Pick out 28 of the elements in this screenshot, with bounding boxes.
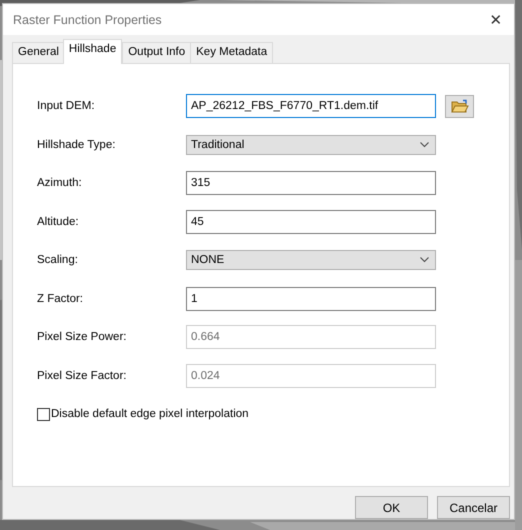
dialog-button[interactable]: OK — [355, 496, 428, 519]
field-label: Scaling: — [37, 254, 78, 266]
input-field[interactable]: 315 — [186, 171, 436, 195]
checkbox[interactable] — [37, 408, 50, 420]
field-label: Hillshade Type: — [37, 138, 116, 150]
tab[interactable]: General — [12, 42, 65, 63]
input-field[interactable]: 45 — [186, 210, 436, 234]
dropdown[interactable]: NONE — [186, 250, 436, 270]
dropdown[interactable]: Traditional — [186, 134, 436, 154]
input-field[interactable]: 1 — [186, 286, 436, 310]
window-title: Raster Function Properties — [13, 12, 162, 26]
field-label: Altitude: — [37, 216, 79, 228]
field-label: Pixel Size Factor: — [37, 370, 126, 382]
field-label: Pixel Size Power: — [37, 331, 126, 343]
folder-icon — [450, 98, 468, 114]
input-field[interactable]: AP_26212_FBS_F6770_RT1.dem.tif — [186, 94, 436, 118]
tab[interactable]: Output Info — [122, 42, 192, 63]
close-button[interactable]: ✕ — [486, 10, 506, 28]
chevron-down-icon — [420, 142, 429, 148]
field-label: Z Factor: — [37, 292, 84, 304]
browse-button[interactable] — [445, 94, 474, 118]
dialog-button[interactable]: Cancelar — [437, 496, 510, 519]
tab[interactable]: Hillshade — [62, 39, 122, 64]
field-label: Input DEM: — [37, 100, 95, 112]
field-label: Azimuth: — [37, 177, 82, 189]
tab[interactable]: Key Metadata — [190, 42, 274, 63]
chevron-down-icon — [420, 257, 429, 263]
checkbox-label: Disable default edge pixel interpolation — [51, 408, 249, 420]
